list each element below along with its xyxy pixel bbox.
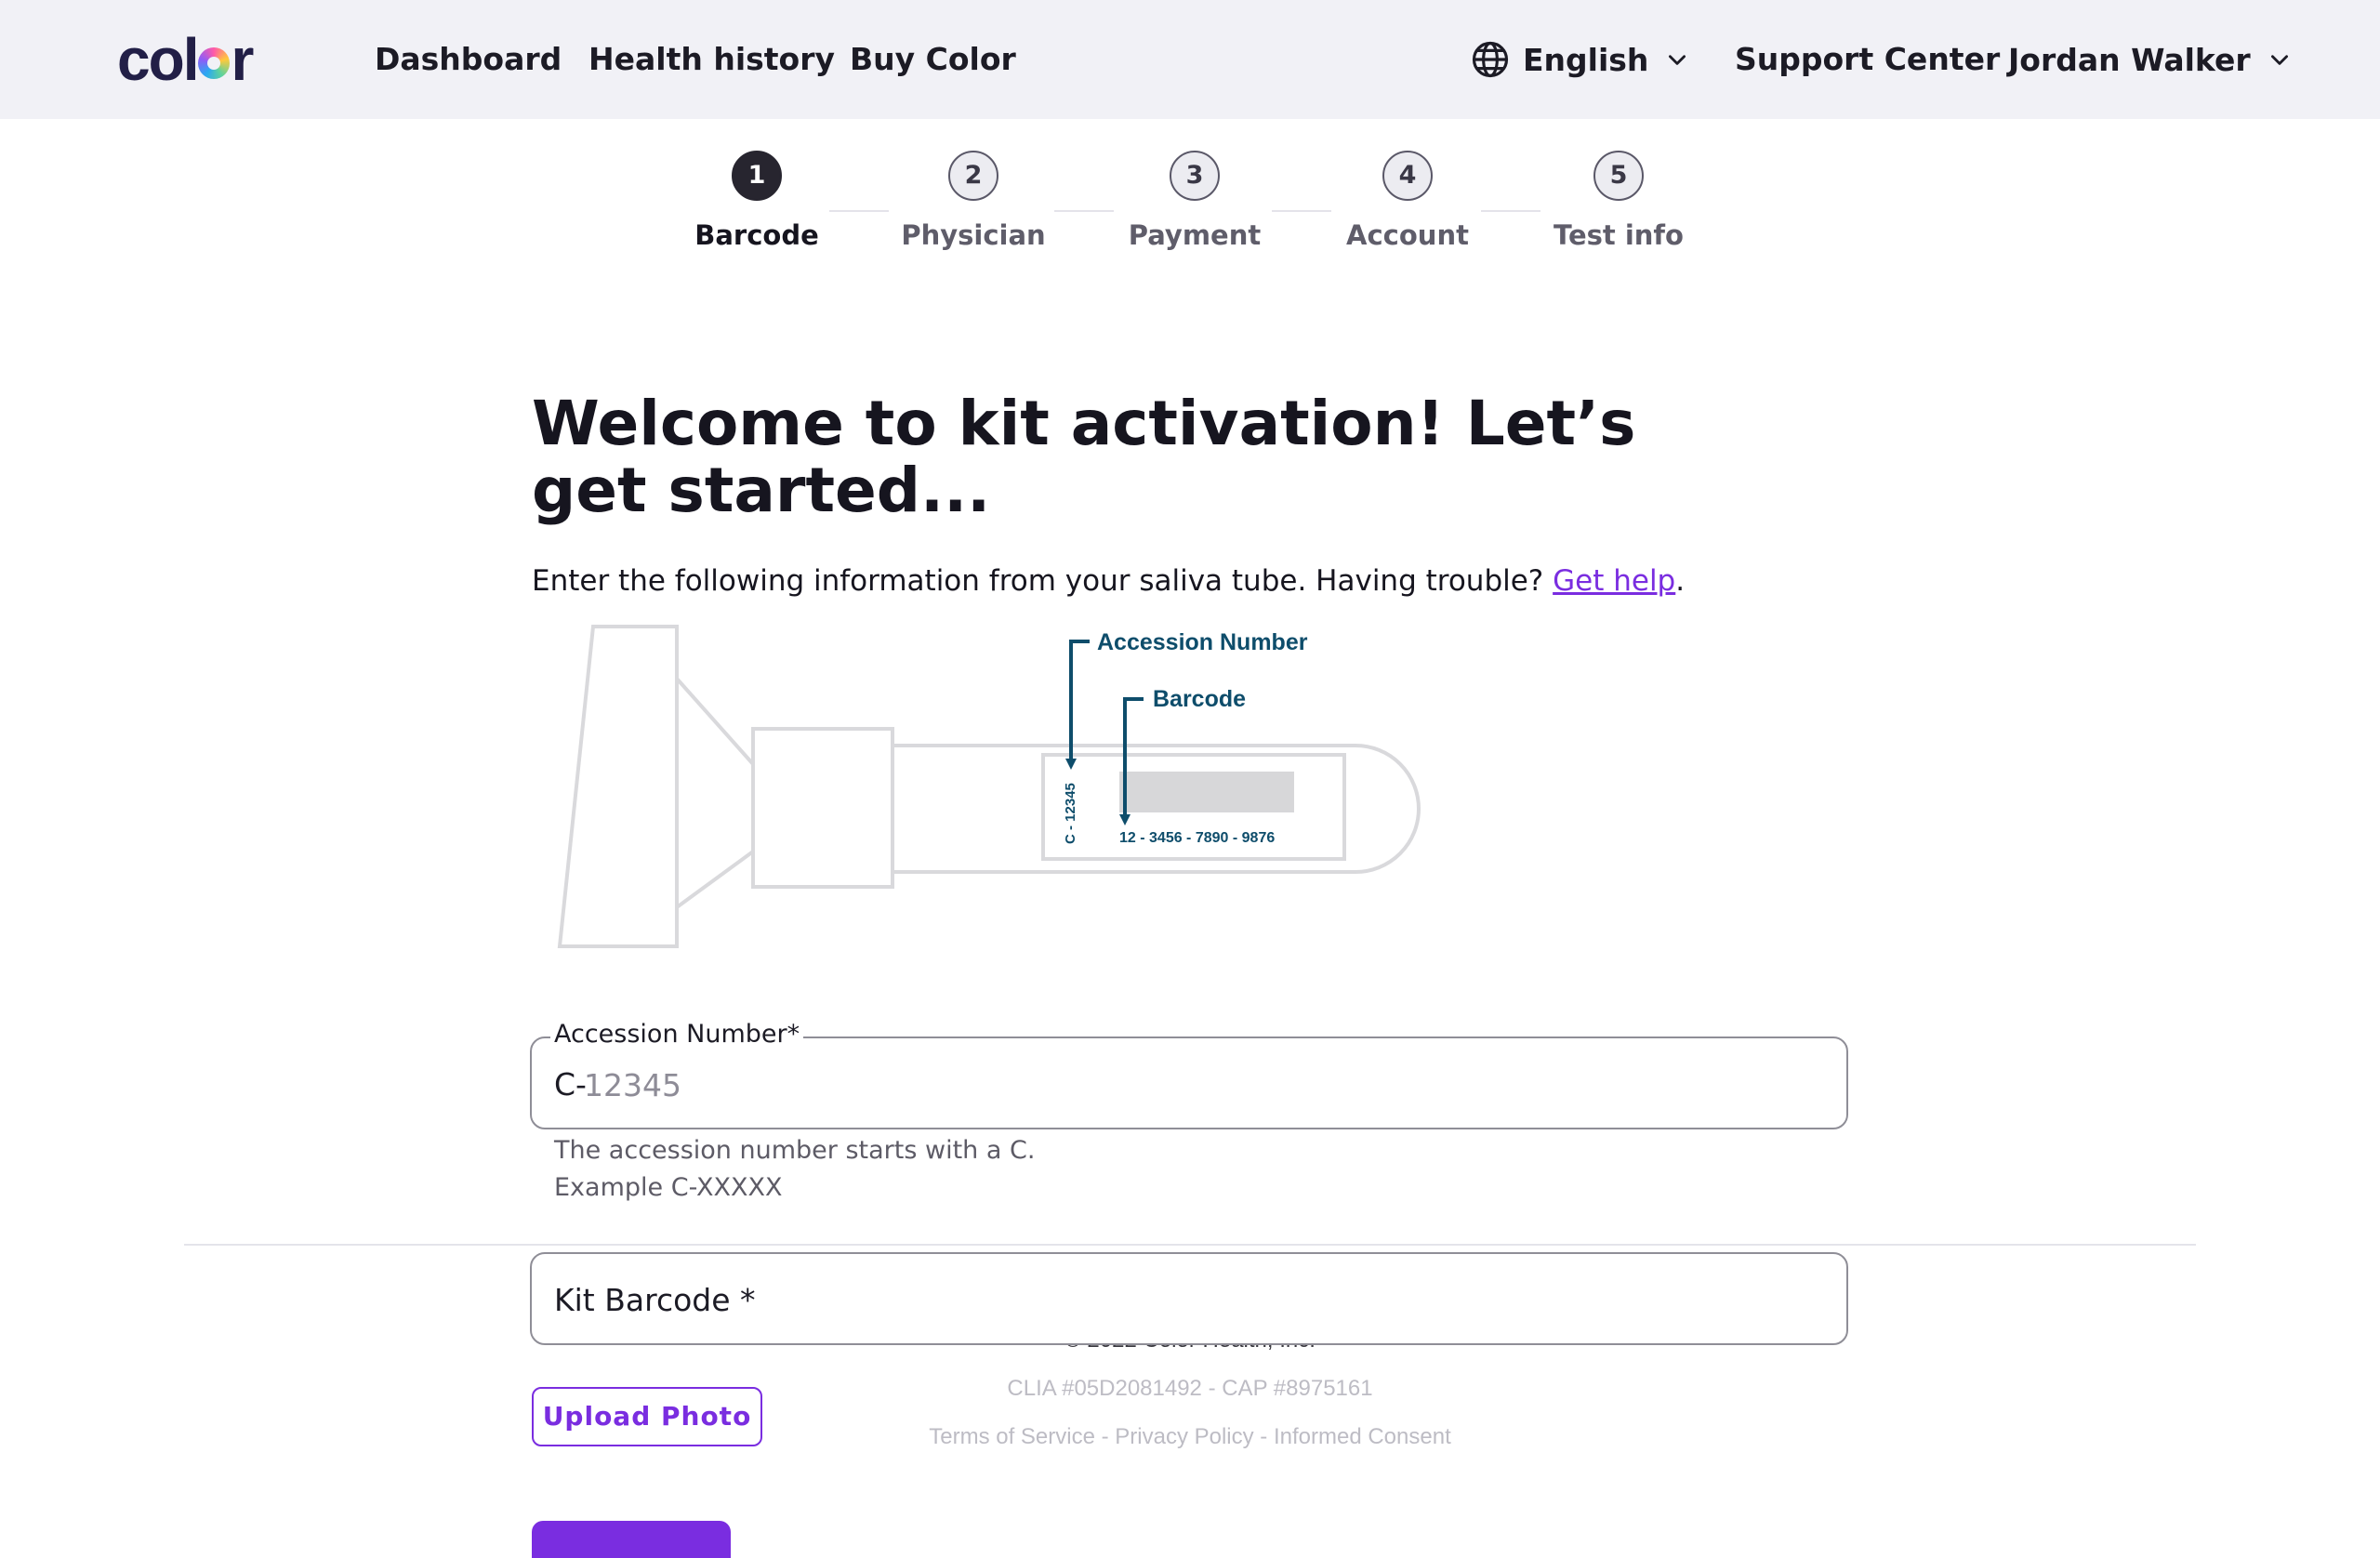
step-test-info: 5 Test info bbox=[1526, 151, 1712, 251]
accession-number-input[interactable] bbox=[584, 1063, 1792, 1107]
tube-funnel-top bbox=[675, 677, 755, 766]
step-label: Barcode bbox=[694, 219, 819, 251]
logo-text-l: l bbox=[182, 26, 200, 93]
step-label: Test info bbox=[1554, 219, 1684, 251]
get-help-link[interactable]: Get help bbox=[1553, 564, 1675, 598]
kit-barcode-field[interactable]: Kit Barcode * bbox=[530, 1252, 1848, 1345]
barcode-arrowhead bbox=[1119, 814, 1130, 825]
barcode-graphic bbox=[1119, 772, 1294, 812]
footer-links[interactable]: Terms of Service - Privacy Policy - Info… bbox=[0, 1424, 2380, 1450]
intro-text: Enter the following information from you… bbox=[532, 560, 1685, 602]
accession-prefix: C- bbox=[554, 1066, 587, 1102]
step-label: Account bbox=[1346, 219, 1469, 251]
accession-number-label: Accession Number* bbox=[550, 1018, 804, 1051]
footer-divider bbox=[184, 1244, 2196, 1246]
nav-health-history[interactable]: Health history bbox=[588, 37, 835, 82]
logo-text-r: r bbox=[231, 26, 254, 93]
diagram-accession-label: Accession Number bbox=[1097, 629, 1308, 655]
user-name: Jordan Walker bbox=[2008, 41, 2251, 78]
top-navigation: co l r Dashboard Health history Buy Color … bbox=[0, 0, 2380, 119]
tube-cap bbox=[557, 625, 679, 948]
color-logo[interactable]: co l r bbox=[117, 26, 254, 93]
user-menu[interactable]: Jordan Walker bbox=[2008, 37, 2292, 82]
diagram-barcode-label: Barcode bbox=[1153, 686, 1246, 712]
accession-pointer bbox=[1069, 640, 1090, 759]
upload-photo-button[interactable]: Upload Photo bbox=[532, 1387, 762, 1446]
step-number: 1 bbox=[732, 151, 782, 201]
step-barcode: 1 Barcode bbox=[664, 151, 850, 251]
tube-funnel-bottom bbox=[675, 850, 755, 909]
footer-clia: CLIA #05D2081492 - CAP #8975161 bbox=[1007, 1376, 1373, 1401]
logo-ring-icon bbox=[198, 47, 231, 79]
nav-dashboard[interactable]: Dashboard bbox=[375, 37, 562, 82]
logo-text-co: co bbox=[117, 26, 185, 93]
continue-button[interactable] bbox=[532, 1521, 731, 1558]
language-label: English bbox=[1523, 41, 1649, 78]
accession-helper-line-2: Example C-XXXXX bbox=[554, 1173, 783, 1202]
accession-number-field[interactable]: Accession Number* C- bbox=[530, 1018, 1848, 1129]
step-number: 5 bbox=[1593, 151, 1644, 201]
kit-barcode-label: Kit Barcode * bbox=[554, 1282, 756, 1318]
step-number: 4 bbox=[1382, 151, 1433, 201]
diagram-accession-sample: C - 12345 bbox=[1063, 783, 1078, 844]
page-title: Welcome to kit activation! Let’s get sta… bbox=[532, 388, 1636, 526]
intro-period: . bbox=[1675, 564, 1686, 598]
step-label: Payment bbox=[1128, 219, 1262, 251]
intro-sentence: Enter the following information from you… bbox=[532, 564, 1544, 598]
chevron-down-icon bbox=[2270, 55, 2288, 65]
nav-buy-color[interactable]: Buy Color bbox=[850, 37, 1016, 82]
diagram-barcode-sample: 12 - 3456 - 7890 - 9876 bbox=[1119, 830, 1275, 846]
step-number: 2 bbox=[948, 151, 998, 201]
step-label: Physician bbox=[901, 219, 1046, 251]
accession-helper-text: The accession number starts with a C. Ex… bbox=[554, 1132, 1035, 1207]
tube-collar bbox=[751, 727, 894, 889]
language-selector[interactable]: English bbox=[1471, 37, 1702, 82]
accession-arrowhead bbox=[1065, 759, 1077, 770]
step-payment: 3 Payment bbox=[1102, 151, 1288, 251]
saliva-tube-diagram: Accession Number Barcode C - 12345 12 - … bbox=[557, 625, 1421, 948]
nav-support-center[interactable]: Support Center bbox=[1735, 37, 2000, 82]
accession-helper-line-1: The accession number starts with a C. bbox=[554, 1136, 1036, 1165]
chevron-down-icon bbox=[1669, 55, 1686, 65]
step-account: 4 Account bbox=[1315, 151, 1501, 251]
step-physician: 2 Physician bbox=[880, 151, 1066, 251]
step-number: 3 bbox=[1170, 151, 1220, 201]
globe-icon bbox=[1472, 41, 1509, 78]
